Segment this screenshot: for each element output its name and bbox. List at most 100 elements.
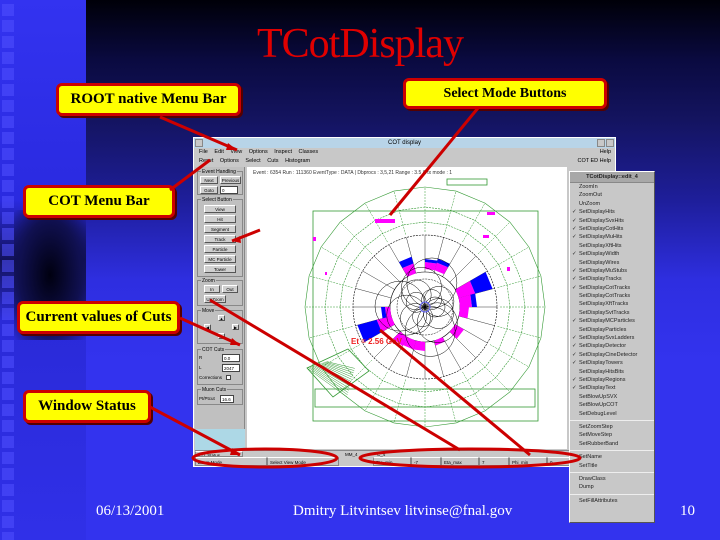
next-button[interactable]: Next: [200, 176, 218, 184]
context-menu-item-label: SetDisplayTowers: [579, 360, 623, 367]
strip-square: [2, 452, 14, 464]
context-menu-item[interactable]: ZoomOut: [570, 191, 654, 199]
checkmark-icon: ✓: [572, 335, 577, 342]
select-tower-button[interactable]: Tower: [204, 265, 236, 273]
context-menu-item[interactable]: SetBlowUpSVX: [570, 393, 654, 401]
corrections-label: Corrections: [199, 375, 223, 380]
context-menu-item[interactable]: ✓ SetDisplayRegions: [570, 376, 654, 384]
muon-cut-input[interactable]: 16.6: [220, 395, 234, 403]
menu-select[interactable]: Select: [245, 157, 260, 166]
menu-cuts[interactable]: Cuts: [267, 157, 278, 166]
context-menu-item[interactable]: ✓ SetDisplayDetector: [570, 342, 654, 350]
context-menu-item[interactable]: ✓ SetDisplaySvxLadders: [570, 334, 654, 342]
context-menu-item[interactable]: SetName: [570, 453, 654, 461]
context-menu-item[interactable]: ✓ SetDisplayMCParticles: [570, 317, 654, 325]
detector-frame: [312, 210, 539, 422]
move-left-button[interactable]: ◀: [204, 324, 211, 330]
checkmark-icon: ✓: [572, 267, 577, 274]
context-menu-item[interactable]: SetDisplayXftTracks: [570, 300, 654, 308]
cot-menu-bar: Reset Options Select Cuts Histogram COT …: [194, 157, 615, 166]
context-menu-item[interactable]: ✓ SetDisplayMuStubs: [570, 267, 654, 275]
context-menu-item-label: SetDisplayWires: [579, 259, 620, 266]
menu-histogram[interactable]: Histogram: [285, 157, 310, 166]
tower-boundary: [442, 337, 462, 370]
context-menu-item[interactable]: SetDebugLevel: [570, 410, 654, 418]
strip-square: [2, 84, 14, 96]
event-display-canvas[interactable]: Event : 6354 Run : 111360 EventType : DA…: [247, 167, 567, 449]
context-menu-item[interactable]: ✓ SetDisplayHits: [570, 208, 654, 216]
window-title: COT display: [388, 140, 421, 146]
context-menu-item[interactable]: ✓ SetDisplayCotTracks: [570, 284, 654, 292]
previous-button[interactable]: Previous: [220, 176, 241, 184]
menu-inspect[interactable]: Inspect: [274, 148, 292, 157]
r-cut-input[interactable]: 0.0: [222, 354, 240, 362]
context-menu-item[interactable]: ✓ SetDisplayTowers: [570, 359, 654, 367]
maximize-button[interactable]: [606, 139, 614, 147]
context-menu-item[interactable]: ✓ SetDisplayText: [570, 384, 654, 392]
context-menu-item-label: Dump: [579, 484, 594, 491]
context-menu-item[interactable]: ✓ SetDisplaySvxHits: [570, 217, 654, 225]
context-menu-item[interactable]: SetTitle: [570, 462, 654, 470]
move-down-button[interactable]: ▼: [218, 333, 225, 339]
menu-reset[interactable]: Reset: [199, 157, 213, 166]
goto-event-input[interactable]: 0: [220, 186, 238, 194]
corrections-checkbox[interactable]: [226, 375, 231, 380]
move-right-button[interactable]: ▶: [232, 324, 239, 330]
menu-cot-options[interactable]: Options: [220, 157, 239, 166]
context-menu-item[interactable]: UnZoom: [570, 200, 654, 208]
group-label: Event Handling: [201, 169, 237, 175]
select-track-button[interactable]: Track: [204, 235, 236, 243]
context-menu-item[interactable]: SetMoveStep: [570, 431, 654, 439]
select-particle-button[interactable]: Particle: [204, 245, 236, 253]
menu-edit[interactable]: Edit: [214, 148, 223, 157]
context-menu-item[interactable]: SetDisplayXftHits: [570, 242, 654, 250]
detector-segment: [477, 221, 511, 255]
zoom-out-button[interactable]: Out: [222, 285, 238, 293]
context-menu-item[interactable]: DrawClass: [570, 475, 654, 483]
context-menu-item[interactable]: SetRubberBand: [570, 440, 654, 448]
context-menu-item-label: SetDebugLevel: [579, 410, 617, 417]
context-menu-item[interactable]: ✓ SetDisplayWidth: [570, 250, 654, 258]
context-menu-item[interactable]: ✓ SetDisplayTracks: [570, 275, 654, 283]
context-menu-item-label: SetDisplayCotTracks: [579, 284, 631, 291]
muon-hit: [483, 235, 489, 238]
menu-file[interactable]: File: [199, 148, 208, 157]
context-menu-item[interactable]: ZoomIn: [570, 183, 654, 191]
context-menu-item[interactable]: SetZoomStep: [570, 423, 654, 431]
context-menu-item[interactable]: SetDisplayWires: [570, 259, 654, 267]
unzoom-button[interactable]: UnZoom: [204, 295, 226, 303]
context-menu-item[interactable]: ✓ SetDisplayCineDetector: [570, 351, 654, 359]
strip-square: [2, 324, 14, 336]
l-cut-input[interactable]: 2047: [222, 364, 240, 372]
menu-options[interactable]: Options: [249, 148, 268, 157]
context-menu-item-label: SetDisplayMuHits: [579, 234, 623, 241]
context-menu-item[interactable]: ✓ SetDisplayMuHits: [570, 233, 654, 241]
select-hit-button[interactable]: Hit: [204, 215, 236, 223]
select-mc-particle-button[interactable]: MC Particle: [204, 255, 236, 263]
menu-cot-ed-help[interactable]: COT ED Help: [577, 157, 611, 166]
window-titlebar[interactable]: COT display: [194, 138, 615, 148]
strip-square: [2, 436, 14, 448]
menu-help[interactable]: Help: [600, 148, 611, 157]
menu-view[interactable]: View: [230, 148, 242, 157]
status-view-mode: Select View Mode: [267, 457, 339, 466]
context-menu-item[interactable]: SetDisplaySvtTracks: [570, 309, 654, 317]
strip-square: [2, 212, 14, 224]
context-menu-item[interactable]: SetDisplayParticles: [570, 326, 654, 334]
context-menu-item[interactable]: SetFillAttributes: [570, 497, 654, 505]
strip-square: [2, 68, 14, 80]
context-menu-item[interactable]: SetDisplayCotTracks: [570, 292, 654, 300]
goto-button[interactable]: Goto: [200, 186, 218, 194]
zoom-in-button[interactable]: In: [204, 285, 220, 293]
minimize-button[interactable]: [597, 139, 605, 147]
move-up-button[interactable]: ▲: [218, 315, 225, 321]
context-menu-item-label: DrawClass: [579, 475, 606, 482]
select-view-button[interactable]: View: [204, 205, 236, 213]
context-menu-item[interactable]: SetBlowUpCOT: [570, 401, 654, 409]
menu-classes[interactable]: Classes: [299, 148, 319, 157]
select-segment-button[interactable]: Segment: [204, 225, 236, 233]
context-menu-item[interactable]: Dump: [570, 483, 654, 491]
window-menu-button[interactable]: [195, 139, 203, 147]
context-menu-item[interactable]: ✓ SetDisplayCotHits: [570, 225, 654, 233]
context-menu-item[interactable]: SetDisplayHitsBits: [570, 368, 654, 376]
